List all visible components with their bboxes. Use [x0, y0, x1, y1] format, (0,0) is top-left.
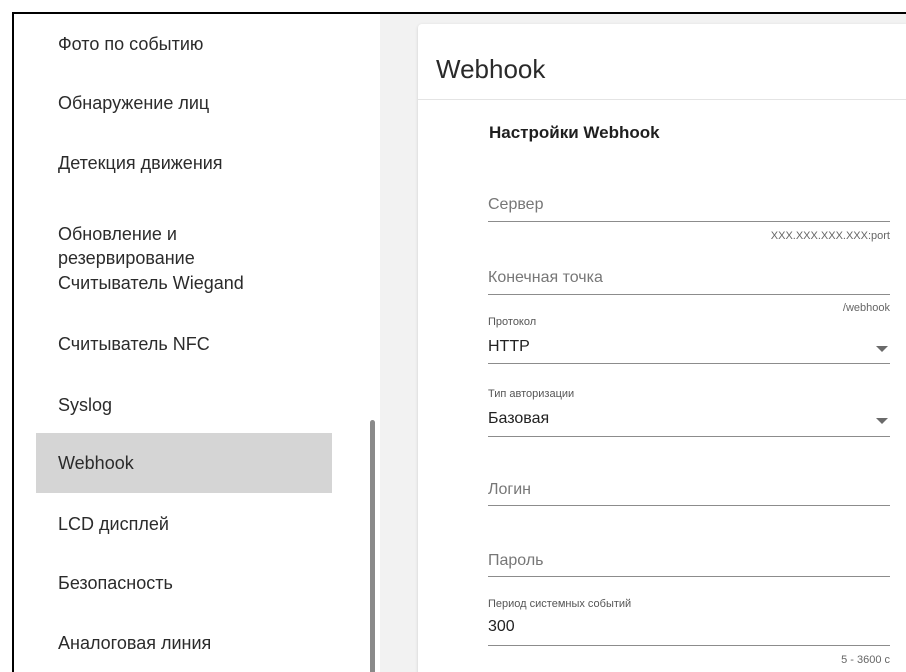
period-field[interactable]: Период системных событий 300 5 - 3600 с — [488, 598, 890, 668]
period-underline — [488, 645, 890, 646]
endpoint-placeholder: Конечная точка — [488, 269, 603, 286]
sidebar-item-security[interactable]: Безопасность — [36, 571, 332, 595]
endpoint-field[interactable]: Конечная точка /webhook — [488, 257, 890, 317]
password-underline — [488, 576, 890, 577]
protocol-label: Протокол — [488, 316, 537, 328]
sidebar-item-label: Безопасность — [58, 573, 173, 593]
password-field[interactable]: Пароль — [488, 540, 890, 585]
page-title: Webhook — [436, 54, 546, 84]
period-hint: 5 - 3600 с — [841, 654, 890, 666]
sidebar-item-webhook[interactable]: Webhook — [36, 433, 332, 493]
sidebar-item-label: Обнаружение лиц — [58, 93, 210, 113]
sidebar-item-label: Обновление и резервирование — [58, 224, 195, 268]
sidebar-item-label: Syslog — [58, 395, 113, 415]
sidebar-item-wiegand[interactable]: Считыватель Wiegand — [36, 271, 332, 295]
sidebar-item-event-photo[interactable]: Фото по событию — [36, 32, 332, 56]
period-label: Период системных событий — [488, 598, 632, 610]
settings-card: Webhook Настройки Webhook Сервер XXX.XXX… — [418, 24, 906, 672]
sidebar-item-label: LCD дисплей — [58, 514, 169, 534]
sidebar-item-lcd-display[interactable]: LCD дисплей — [36, 512, 332, 536]
sidebar-item-motion-detection[interactable]: Детекция движения — [36, 151, 332, 175]
auth-type-select[interactable]: Тип авторизации Базовая — [488, 388, 890, 438]
sidebar-item-update-backup[interactable]: Обновление и резервирование — [36, 198, 332, 270]
server-placeholder: Сервер — [488, 196, 544, 213]
login-placeholder: Логин — [488, 481, 532, 498]
sidebar-item-label: Аналоговая линия — [58, 633, 212, 653]
sidebar-item-analog-line[interactable]: Аналоговая линия — [36, 631, 332, 655]
login-underline — [488, 505, 890, 506]
auth-type-underline — [488, 436, 890, 437]
password-placeholder: Пароль — [488, 552, 544, 569]
protocol-value: HTTP — [488, 338, 530, 355]
auth-type-label: Тип авторизации — [488, 388, 575, 400]
sidebar-item-label: Детекция движения — [58, 153, 223, 173]
sidebar-item-label: Считыватель Wiegand — [58, 273, 244, 293]
chevron-down-icon[interactable] — [876, 418, 888, 424]
server-underline — [488, 221, 890, 222]
sidebar-item-face-detection[interactable]: Обнаружение лиц — [36, 91, 332, 115]
title-divider — [418, 99, 906, 100]
sidebar-scrollbar[interactable] — [370, 420, 375, 672]
sidebar-item-nfc[interactable]: Считыватель NFC — [36, 332, 332, 356]
section-title: Настройки Webhook — [489, 123, 660, 142]
chevron-down-icon[interactable] — [876, 346, 888, 352]
protocol-select[interactable]: Протокол HTTP — [488, 316, 890, 366]
period-value: 300 — [488, 618, 515, 635]
sidebar: Фото по событию Обнаружение лиц Детекция… — [14, 14, 380, 672]
endpoint-hint: /webhook — [842, 302, 890, 314]
app-frame: Фото по событию Обнаружение лиц Детекция… — [12, 12, 906, 672]
login-field[interactable]: Логин — [488, 469, 890, 514]
protocol-underline — [488, 363, 890, 364]
sidebar-item-label: Webhook — [58, 453, 134, 473]
endpoint-underline — [488, 294, 890, 295]
sidebar-item-label: Фото по событию — [58, 34, 204, 54]
server-hint: XXX.XXX.XXX.XXX:port — [770, 230, 890, 242]
sidebar-item-syslog[interactable]: Syslog — [36, 393, 332, 417]
auth-type-value: Базовая — [488, 410, 550, 427]
server-field[interactable]: Сервер XXX.XXX.XXX.XXX:port — [488, 184, 890, 244]
sidebar-item-label: Считыватель NFC — [58, 334, 210, 354]
